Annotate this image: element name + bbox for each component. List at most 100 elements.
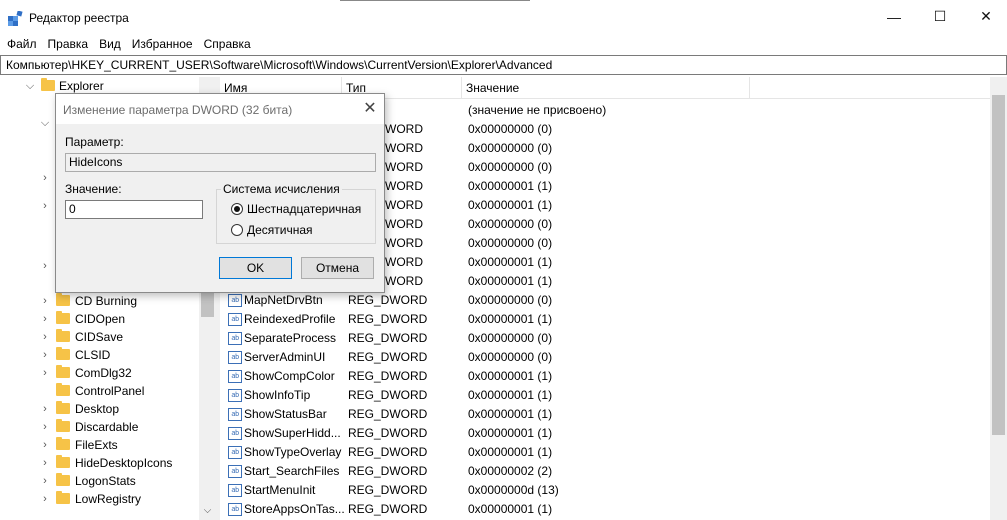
- tree-item[interactable]: ControlPanel: [0, 382, 200, 400]
- radio-decimal[interactable]: Десятичная: [231, 222, 313, 238]
- value-data: 0x00000001 (1): [468, 426, 553, 440]
- value-type: REG_DWORD: [348, 331, 428, 345]
- value-name: StartMenuInit: [244, 483, 316, 497]
- tree-item[interactable]: › Desktop: [0, 400, 200, 418]
- value-name: Start_SearchFiles: [244, 464, 340, 478]
- chevron-right-icon[interactable]: ›: [40, 490, 50, 508]
- value-input[interactable]: 0: [65, 200, 203, 219]
- radio-checked-icon[interactable]: [231, 203, 243, 215]
- base-group-title: Система исчисления: [221, 182, 342, 196]
- value-data: 0x00000001 (1): [468, 312, 553, 326]
- value-name: SeparateProcess: [244, 331, 337, 345]
- dword-value-icon: ab: [228, 408, 242, 421]
- table-row[interactable]: ab ShowTypeOverlay REG_DWORD 0x00000001 …: [220, 443, 990, 462]
- value-name: StoreAppsOnTas...: [244, 502, 344, 516]
- chevron-right-icon[interactable]: ›: [40, 472, 50, 490]
- chevron-right-icon[interactable]: ›: [40, 454, 50, 472]
- chevron-right-icon[interactable]: ›: [40, 436, 50, 454]
- param-label: Параметр:: [65, 135, 124, 149]
- chevron-right-icon[interactable]: ›: [40, 169, 50, 187]
- tree-item[interactable]: › LowRegistry: [0, 490, 200, 508]
- dword-value-icon: ab: [228, 313, 242, 326]
- value-name: ShowStatusBar: [244, 407, 327, 421]
- tree-item[interactable]: › CLSID: [0, 346, 200, 364]
- value-name: ShowSuperHidd...: [244, 426, 341, 440]
- chevron-right-icon[interactable]: ›: [40, 197, 50, 215]
- chevron-right-icon[interactable]: ›: [40, 364, 50, 382]
- edit-dword-dialog: Изменение параметра DWORD (32 бита) ✕ Па…: [55, 93, 385, 293]
- address-bar[interactable]: Компьютер\HKEY_CURRENT_USER\Software\Mic…: [0, 55, 1007, 75]
- chevron-right-icon[interactable]: ›: [40, 328, 50, 346]
- tree-item[interactable]: › CD Burning: [0, 292, 200, 310]
- menu-favorites[interactable]: Избранное: [132, 34, 193, 54]
- table-row[interactable]: ab ShowSuperHidd... REG_DWORD 0x00000001…: [220, 424, 990, 443]
- chevron-right-icon[interactable]: ›: [40, 310, 50, 328]
- dword-value-icon: ab: [228, 294, 242, 307]
- table-row[interactable]: ab SeparateProcess REG_DWORD 0x00000000 …: [220, 329, 990, 348]
- value-type: WORD: [385, 255, 423, 269]
- table-row[interactable]: ab ShowStatusBar REG_DWORD 0x00000001 (1…: [220, 405, 990, 424]
- chevron-right-icon[interactable]: ›: [40, 418, 50, 436]
- tree-item-label: ControlPanel: [75, 384, 145, 398]
- table-row[interactable]: ab ShowCompColor REG_DWORD 0x00000001 (1…: [220, 367, 990, 386]
- value-type: REG_DWORD: [348, 388, 428, 402]
- tree-item[interactable]: › LogonStats: [0, 472, 200, 490]
- tree-item[interactable]: › ComDlg32: [0, 364, 200, 382]
- menu-view[interactable]: Вид: [99, 34, 121, 54]
- base-groupbox: Система исчисления Шестнадцатеричная Дес…: [216, 182, 376, 244]
- ok-button[interactable]: OK: [219, 257, 292, 279]
- tree-item-label: CIDSave: [75, 330, 124, 344]
- tree-item-label: FileExts: [75, 438, 118, 452]
- tree-item[interactable]: › FileExts: [0, 436, 200, 454]
- dword-value-icon: ab: [228, 446, 242, 459]
- folder-icon: [41, 78, 55, 91]
- value-name: ShowInfoTip: [244, 388, 311, 402]
- table-row[interactable]: ab MapNetDrvBtn REG_DWORD 0x00000000 (0): [220, 291, 990, 310]
- table-row[interactable]: ab ReindexedProfile REG_DWORD 0x00000001…: [220, 310, 990, 329]
- radio-unchecked-icon[interactable]: [231, 224, 243, 236]
- dialog-title-bar[interactable]: Изменение параметра DWORD (32 бита) ✕: [56, 94, 384, 124]
- menu-help[interactable]: Справка: [204, 34, 251, 54]
- value-name: ServerAdminUI: [244, 350, 326, 364]
- tree-item[interactable]: › HideDesktopIcons: [0, 454, 200, 472]
- table-row[interactable]: ab Start_SearchFiles REG_DWORD 0x0000000…: [220, 462, 990, 481]
- value-type: REG_DWORD: [348, 426, 428, 440]
- background-window-edge: [340, 0, 530, 3]
- dialog-close-icon[interactable]: ✕: [358, 98, 382, 120]
- chevron-down-icon[interactable]: ⌵: [25, 77, 35, 95]
- table-row[interactable]: ab ShowInfoTip REG_DWORD 0x00000001 (1): [220, 386, 990, 405]
- menu-edit[interactable]: Правка: [48, 34, 89, 54]
- maximize-button[interactable]: ☐: [917, 0, 963, 33]
- table-row[interactable]: ab StartMenuInit REG_DWORD 0x0000000d (1…: [220, 481, 990, 500]
- folder-icon: [56, 329, 70, 342]
- tree-item[interactable]: › CIDSave: [0, 328, 200, 346]
- value-name: ReindexedProfile: [244, 312, 336, 326]
- dword-value-icon: ab: [228, 484, 242, 497]
- value-name: MapNetDrvBtn: [244, 293, 323, 307]
- chevron-down-icon[interactable]: ⌵: [40, 114, 50, 132]
- window-title: Редактор реестра: [29, 11, 129, 25]
- tree-item[interactable]: › CIDOpen: [0, 310, 200, 328]
- value-data: 0x00000000 (0): [468, 236, 553, 250]
- chevron-right-icon[interactable]: ›: [40, 346, 50, 364]
- column-header-data[interactable]: Значение: [462, 77, 750, 99]
- table-row[interactable]: ab ServerAdminUI REG_DWORD 0x00000000 (0…: [220, 348, 990, 367]
- radio-hexadecimal[interactable]: Шестнадцатеричная: [231, 201, 361, 217]
- chevron-right-icon[interactable]: ›: [40, 400, 50, 418]
- value-data: 0x00000001 (1): [468, 198, 553, 212]
- chevron-right-icon[interactable]: ›: [40, 257, 50, 275]
- tree-item-label: Desktop: [75, 402, 120, 416]
- tree-item[interactable]: › Discardable: [0, 418, 200, 436]
- list-scrollbar-thumb[interactable]: [992, 95, 1005, 435]
- folder-icon: [56, 383, 70, 396]
- tree-item-label: CLSID: [75, 348, 111, 362]
- chevron-right-icon[interactable]: ›: [40, 292, 50, 310]
- menu-file[interactable]: Файл: [7, 34, 37, 54]
- table-row[interactable]: ab StoreAppsOnTas... REG_DWORD 0x0000000…: [220, 500, 990, 519]
- close-button[interactable]: ✕: [963, 0, 1007, 33]
- minimize-button[interactable]: —: [871, 0, 917, 33]
- cancel-button[interactable]: Отмена: [301, 257, 374, 279]
- list-scrollbar[interactable]: [990, 77, 1007, 520]
- scroll-down-arrow-icon[interactable]: ⌵: [199, 505, 216, 516]
- tree-item-label: HideDesktopIcons: [75, 456, 173, 470]
